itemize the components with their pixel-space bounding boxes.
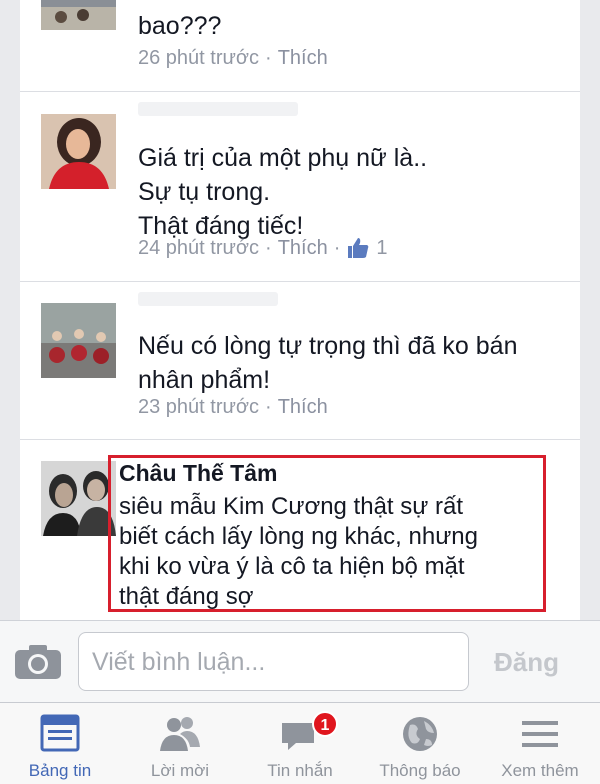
tab-bar: Bảng tin Lời mời 1 Tin nhắn Thông báo Xe… xyxy=(0,702,600,784)
comment-text: Giá trị của một phụ nữ là.. Sự tụ trong.… xyxy=(138,144,428,240)
tab-notifications[interactable]: Thông báo xyxy=(360,703,480,784)
comment-author-obscured xyxy=(138,292,278,306)
comment-meta: 26 phút trước · Thích xyxy=(138,47,328,70)
comment-author-obscured xyxy=(138,102,298,116)
comment-text: siêu mẫu Kim Cương thật sự rất biết cách… xyxy=(119,493,478,610)
comment-item: bao??? 26 phút trước · Thích xyxy=(20,0,580,92)
news-feed-icon xyxy=(36,713,84,755)
tab-label: Xem thêm xyxy=(501,761,579,780)
tab-messages[interactable]: 1 Tin nhắn xyxy=(240,703,360,784)
avatar[interactable] xyxy=(41,461,116,536)
globe-notifications-icon xyxy=(396,713,444,755)
like-button[interactable]: Thích xyxy=(278,396,328,419)
post-button[interactable]: Đăng xyxy=(494,647,559,678)
tab-more[interactable]: Xem thêm xyxy=(480,703,600,784)
like-count[interactable]: 1 xyxy=(376,237,387,260)
tab-label: Tin nhắn xyxy=(267,761,333,780)
tab-friend-requests[interactable]: Lời mời xyxy=(120,703,240,784)
tab-label: Bảng tin xyxy=(28,761,92,780)
comment-text-cut xyxy=(138,0,498,8)
comment-text: Nếu có lòng tự trọng thì đã ko bán nhân … xyxy=(138,332,518,394)
like-button[interactable]: Thích xyxy=(278,237,328,260)
meta-separator: · xyxy=(333,236,341,259)
tab-label: Lời mời xyxy=(150,761,210,780)
comment-time: 23 phút trước xyxy=(138,396,260,418)
comment-item: Nếu có lòng tự trọng thì đã ko bán nhân … xyxy=(20,282,580,440)
tab-label: Thông báo xyxy=(379,761,461,780)
avatar[interactable] xyxy=(41,303,116,378)
thumbs-up-icon xyxy=(346,236,370,260)
comment-input-placeholder: Viết bình luận... xyxy=(92,648,266,676)
comment-author[interactable]: Châu Thế Tâm xyxy=(119,460,277,487)
highlighted-comment: Châu Thế Tâm siêu mẫu Kim Cương thật sự … xyxy=(108,455,546,612)
like-button[interactable]: Thích xyxy=(278,47,328,70)
meta-separator: · xyxy=(265,47,272,69)
messages-badge: 1 xyxy=(312,711,338,737)
comment-composer: Viết bình luận... Đăng xyxy=(0,620,600,702)
comment-item: Giá trị của một phụ nữ là.. Sự tụ trong.… xyxy=(20,92,580,282)
tab-news-feed[interactable]: Bảng tin xyxy=(0,703,120,784)
comment-meta: 24 phút trước · Thích · 1 xyxy=(138,236,388,260)
comment-input[interactable]: Viết bình luận... xyxy=(78,632,469,691)
comment-meta: 23 phút trước · Thích xyxy=(138,396,328,419)
menu-icon xyxy=(516,713,564,755)
meta-separator: · xyxy=(265,236,272,259)
comment-time: 24 phút trước xyxy=(138,236,260,259)
friend-requests-icon xyxy=(156,713,204,755)
avatar[interactable] xyxy=(41,114,116,189)
camera-icon[interactable] xyxy=(14,644,62,680)
avatar[interactable] xyxy=(41,0,116,30)
meta-separator: · xyxy=(265,396,272,418)
comment-time: 26 phút trước xyxy=(138,47,260,69)
comment-text: bao??? xyxy=(138,12,222,40)
